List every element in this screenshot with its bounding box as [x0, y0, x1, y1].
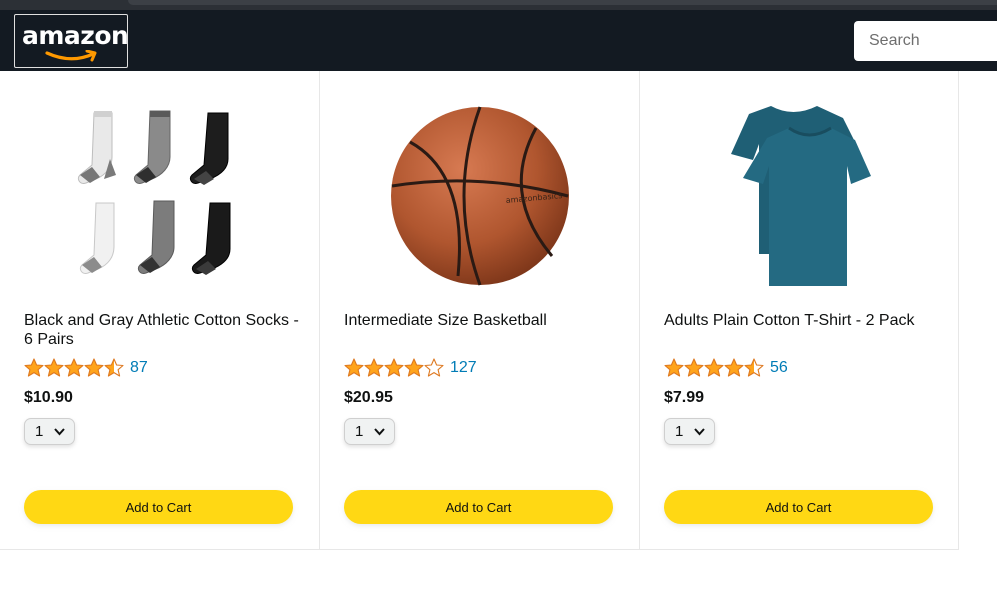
- smile-arrow-icon: [45, 50, 97, 62]
- star-icon: [24, 358, 44, 377]
- product-card: amazonbasics Intermediate Size Basketbal…: [320, 71, 640, 549]
- star-icon: [664, 358, 684, 377]
- quantity-select[interactable]: 1: [344, 418, 395, 445]
- star-icon: [84, 358, 104, 377]
- star-rating-icon: [24, 358, 124, 378]
- product-price: $10.90: [24, 389, 73, 406]
- product-rating: 127: [344, 357, 477, 379]
- product-card: Adults Plain Cotton T-Shirt - 2 Pack 56 …: [640, 71, 959, 549]
- browser-tab-strip: [128, 0, 997, 5]
- site-header: amazon: [0, 10, 997, 71]
- add-to-cart-button[interactable]: Add to Cart: [24, 490, 293, 524]
- star-icon: [344, 358, 364, 377]
- basketball-image: amazonbasics: [390, 106, 569, 286]
- browser-chrome: [0, 0, 997, 10]
- product-grid: Black and Gray Athletic Cotton Socks - 6…: [0, 71, 959, 550]
- star-icon: [684, 358, 704, 377]
- socks-image: [77, 110, 230, 275]
- product-price: $20.95: [344, 389, 393, 406]
- rating-count-link[interactable]: 56: [770, 359, 788, 377]
- rating-count-link[interactable]: 127: [450, 359, 477, 377]
- star-icon: [424, 358, 444, 377]
- product-name[interactable]: Intermediate Size Basketball: [344, 311, 624, 330]
- logo-text: amazon: [22, 21, 129, 50]
- product-card: Black and Gray Athletic Cotton Socks - 6…: [0, 71, 320, 549]
- product-rating: 56: [664, 357, 788, 379]
- quantity-value: 1: [355, 423, 364, 440]
- add-to-cart-button[interactable]: Add to Cart: [344, 490, 613, 524]
- chevron-down-icon: [374, 428, 385, 436]
- product-name[interactable]: Black and Gray Athletic Cotton Socks - 6…: [24, 311, 304, 349]
- product-rating: 87: [24, 357, 148, 379]
- star-icon: [704, 358, 724, 377]
- star-icon: [104, 358, 124, 377]
- star-rating-icon: [664, 358, 764, 378]
- star-icon: [724, 358, 744, 377]
- star-icon: [364, 358, 384, 377]
- amazon-logo[interactable]: amazon: [14, 14, 129, 68]
- product-image[interactable]: amazonbasics: [320, 99, 639, 293]
- search-input[interactable]: [854, 21, 997, 61]
- add-to-cart-button[interactable]: Add to Cart: [664, 490, 933, 524]
- star-icon: [404, 358, 424, 377]
- product-image[interactable]: [640, 99, 958, 293]
- star-icon: [384, 358, 404, 377]
- star-icon: [44, 358, 64, 377]
- product-price: $7.99: [664, 389, 705, 406]
- chevron-down-icon: [694, 428, 705, 436]
- quantity-value: 1: [675, 423, 684, 440]
- product-image[interactable]: [0, 99, 319, 293]
- quantity-value: 1: [35, 423, 44, 440]
- rating-count-link[interactable]: 87: [130, 359, 148, 377]
- quantity-select[interactable]: 1: [24, 418, 75, 445]
- quantity-select[interactable]: 1: [664, 418, 715, 445]
- tshirt-image: [731, 106, 871, 286]
- product-name[interactable]: Adults Plain Cotton T-Shirt - 2 Pack: [664, 311, 944, 330]
- star-rating-icon: [344, 358, 444, 378]
- star-icon: [64, 358, 84, 377]
- star-icon: [744, 358, 764, 377]
- chevron-down-icon: [54, 428, 65, 436]
